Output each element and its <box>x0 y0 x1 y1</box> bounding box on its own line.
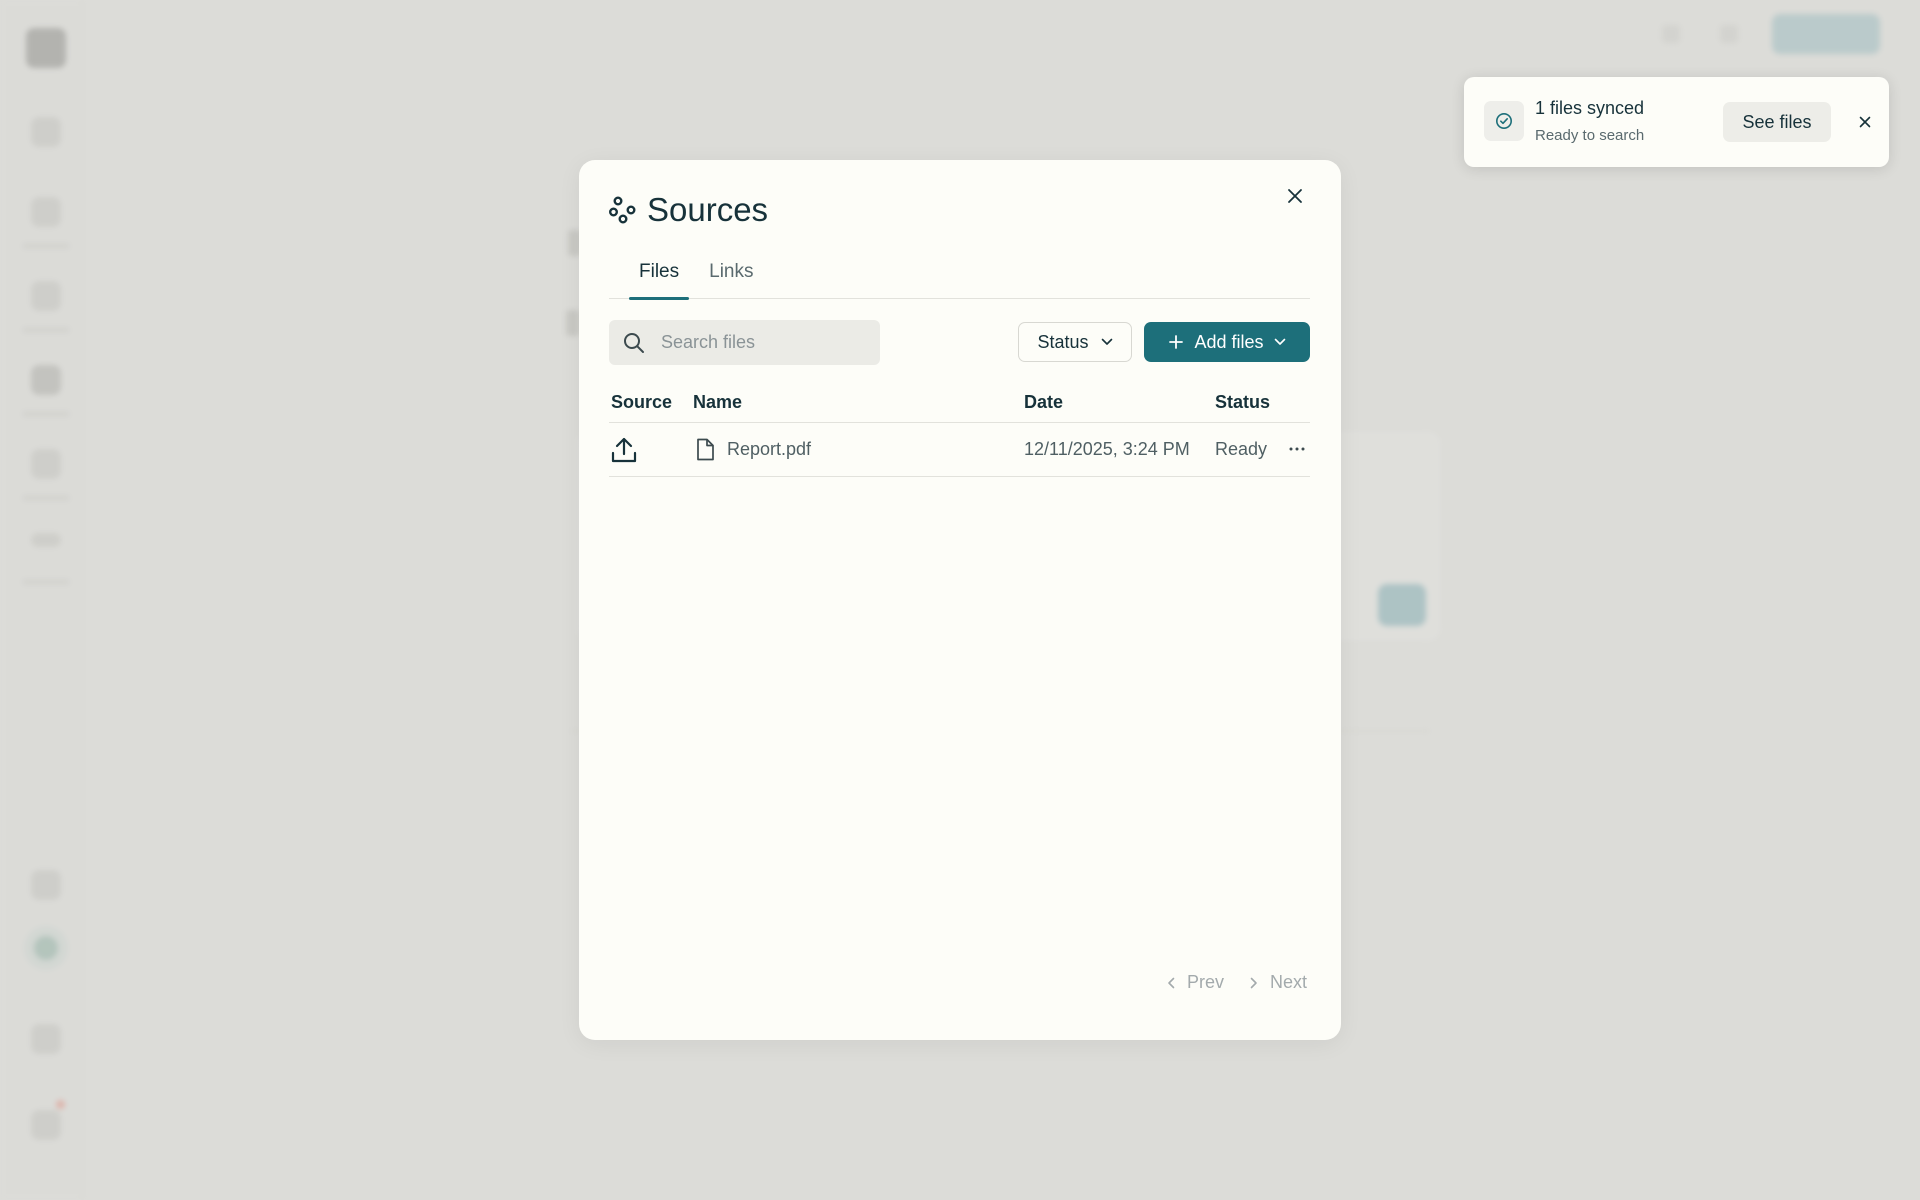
column-header-date[interactable]: Date <box>1024 392 1063 413</box>
tab-links[interactable]: Links <box>699 246 763 298</box>
modal-title: Sources <box>647 191 769 228</box>
file-name[interactable]: Report.pdf <box>727 439 811 460</box>
sources-icon <box>609 196 636 224</box>
sync-toast: 1 files synced Ready to search See files <box>1464 77 1889 167</box>
search-icon <box>609 331 659 355</box>
chevron-down-icon <box>1274 338 1285 345</box>
sources-modal: Sources Files Links Status Add files Sou <box>579 160 1341 1040</box>
file-status: Ready <box>1215 439 1268 459</box>
search-box <box>609 320 880 365</box>
check-circle-icon <box>1484 101 1524 141</box>
modal-close-button[interactable] <box>1279 180 1311 212</box>
status-filter-button[interactable]: Status <box>1018 322 1132 362</box>
close-icon <box>1859 116 1871 128</box>
tab-files[interactable]: Files <box>629 246 690 300</box>
pagination: Prev Next <box>1167 972 1307 993</box>
status-filter-label: Status <box>1037 331 1089 352</box>
chevron-right-icon <box>1250 977 1257 988</box>
plus-icon <box>1169 335 1184 349</box>
next-page-button[interactable]: Next <box>1250 972 1307 993</box>
table-row[interactable]: Report.pdf 12/11/2025, 3:24 PM Ready <box>609 423 1310 477</box>
chevron-down-icon <box>1101 338 1112 345</box>
toast-title: 1 files synced <box>1535 98 1645 118</box>
file-icon <box>695 438 715 466</box>
add-files-label: Add files <box>1194 331 1264 352</box>
search-input[interactable] <box>659 331 873 354</box>
next-page-label: Next <box>1269 972 1307 992</box>
add-files-button[interactable]: Add files <box>1144 322 1310 362</box>
tab-bar: Files Links <box>609 246 1310 300</box>
see-files-button[interactable]: See files <box>1723 102 1831 142</box>
column-header-status[interactable]: Status <box>1215 392 1270 413</box>
chevron-left-icon <box>1168 977 1175 988</box>
more-horizontal-icon <box>1289 447 1305 451</box>
row-more-button[interactable] <box>1285 437 1309 461</box>
close-icon <box>1288 189 1302 203</box>
upload-icon <box>611 436 637 469</box>
files-table: Source Name Date Status Report.pdf 12/11… <box>609 382 1310 477</box>
prev-page-button[interactable]: Prev <box>1167 972 1224 993</box>
table-header: Source Name Date Status <box>609 382 1310 423</box>
prev-page-label: Prev <box>1186 972 1224 992</box>
column-header-name[interactable]: Name <box>693 392 742 413</box>
modal-header: Sources <box>609 188 768 232</box>
toast-close-button[interactable] <box>1851 108 1879 136</box>
toast-subtitle: Ready to search <box>1535 127 1645 144</box>
file-date: 12/11/2025, 3:24 PM <box>1024 439 1190 459</box>
column-header-source[interactable]: Source <box>611 392 672 413</box>
